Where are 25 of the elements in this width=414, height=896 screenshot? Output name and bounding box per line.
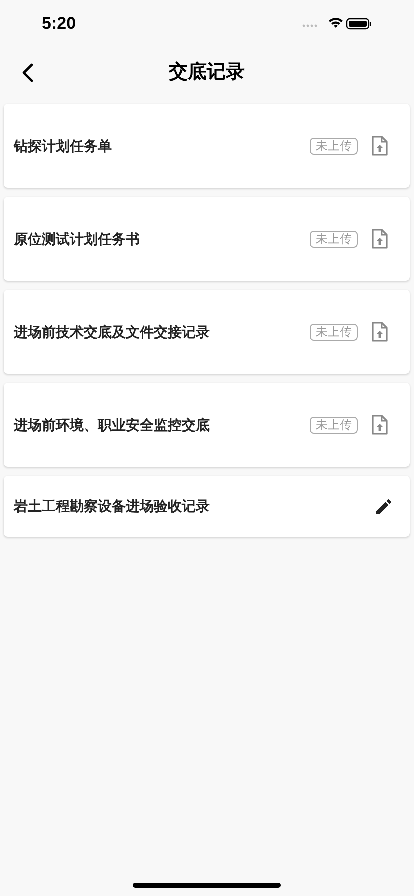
signal-icon [302, 24, 318, 28]
status-time: 5:20 [42, 13, 76, 36]
record-card[interactable]: 进场前技术交底及文件交接记录 未上传 [4, 290, 410, 374]
status-tag: 未上传 [310, 138, 358, 154]
back-icon [22, 63, 34, 83]
record-title: 钻探计划任务单 [14, 136, 113, 156]
file-upload-icon[interactable] [372, 229, 388, 249]
record-card[interactable]: 钻探计划任务单 未上传 [4, 104, 410, 188]
file-upload-icon[interactable] [372, 415, 388, 435]
record-title: 进场前技术交底及文件交接记录 [14, 322, 211, 342]
pencil-icon[interactable] [374, 496, 394, 516]
status-tag: 未上传 [310, 324, 358, 340]
wifi-icon [329, 18, 343, 28]
battery-icon [346, 18, 372, 30]
record-card[interactable]: 岩土工程勘察设备进场验收记录 [4, 476, 410, 537]
record-title: 岩土工程勘察设备进场验收记录 [14, 497, 211, 516]
file-upload-icon[interactable] [372, 322, 388, 342]
record-title: 进场前环境、职业安全监控交底 [14, 416, 211, 434]
page-title: 交底记录 [169, 60, 245, 85]
record-card[interactable]: 原位测试计划任务书 未上传 [4, 197, 410, 281]
record-title: 原位测试计划任务书 [14, 230, 141, 248]
status-tag: 未上传 [310, 230, 358, 248]
status-tag: 未上传 [310, 416, 358, 434]
record-card[interactable]: 进场前环境、职业安全监控交底 未上传 [4, 383, 410, 467]
file-upload-icon[interactable] [372, 136, 388, 156]
